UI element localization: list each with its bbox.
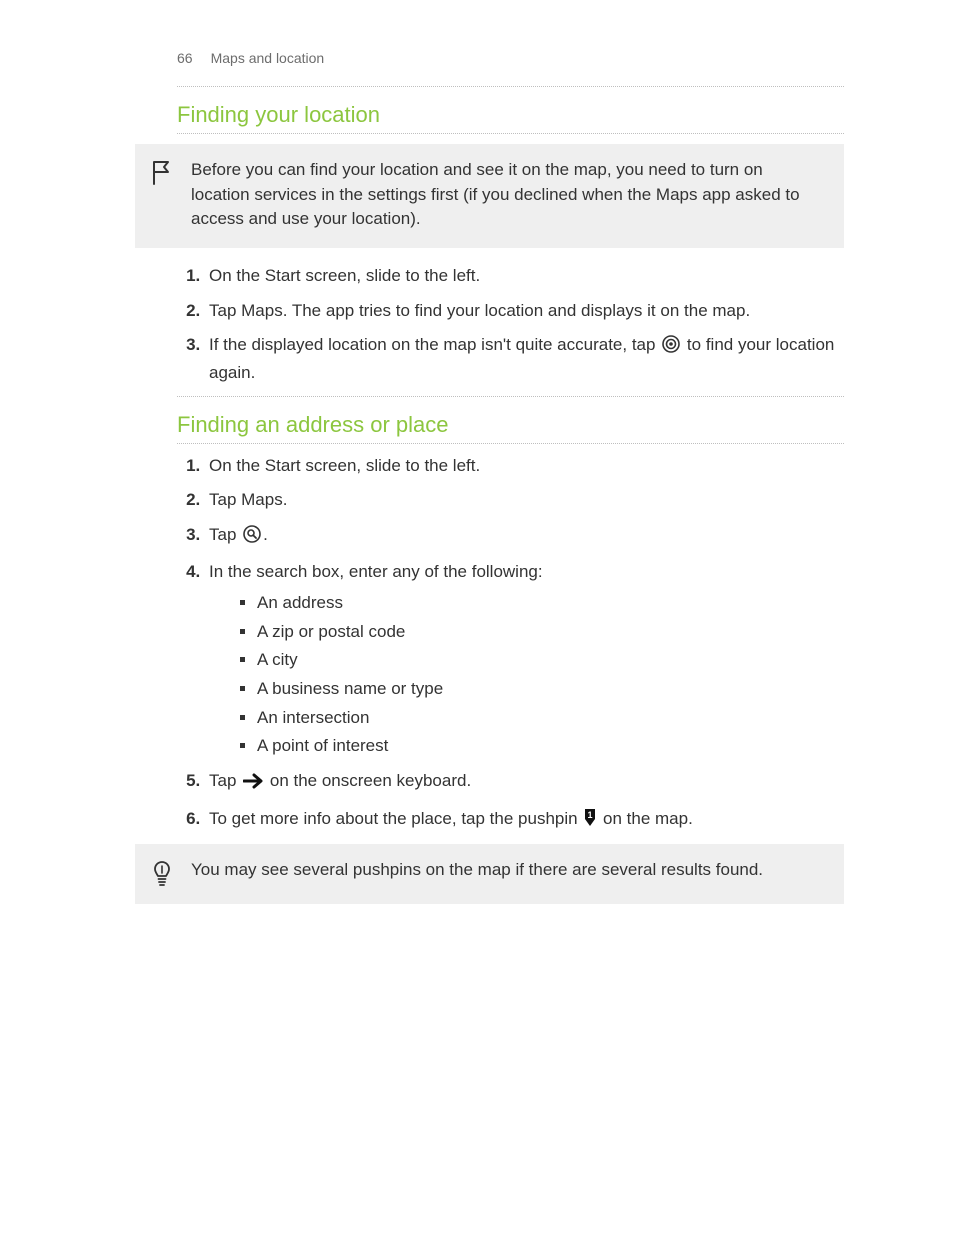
divider bbox=[177, 133, 844, 134]
flag-note: Before you can find your location and se… bbox=[135, 144, 844, 248]
document-page: 66 Maps and location Finding your locati… bbox=[0, 0, 954, 1235]
divider bbox=[177, 443, 844, 444]
section-title: Finding an address or place bbox=[177, 397, 844, 441]
lightbulb-icon bbox=[151, 860, 175, 888]
chapter-title: Maps and location bbox=[211, 48, 325, 68]
step-item: Tap Maps. bbox=[205, 488, 844, 513]
locate-target-icon bbox=[662, 335, 680, 361]
step-item: If the displayed location on the map isn… bbox=[205, 333, 844, 385]
step-text: Tap bbox=[209, 771, 241, 790]
list-item: A business name or type bbox=[257, 677, 844, 702]
note-text: Before you can find your location and se… bbox=[191, 158, 826, 232]
section-finding-address: Finding an address or place bbox=[177, 396, 844, 444]
svg-text:1: 1 bbox=[588, 810, 593, 820]
section-title: Finding your location bbox=[177, 87, 844, 131]
step-item: Tap on the onscreen keyboard. bbox=[205, 769, 844, 797]
page-header: 66 Maps and location bbox=[177, 48, 844, 68]
list-item: A zip or postal code bbox=[257, 620, 844, 645]
page-number: 66 bbox=[177, 48, 193, 68]
step-item: In the search box, enter any of the foll… bbox=[205, 560, 844, 758]
search-options-list: An address A zip or postal code A city A… bbox=[209, 591, 844, 759]
steps-list-2: On the Start screen, slide to the left. … bbox=[135, 454, 844, 835]
list-item: A point of interest bbox=[257, 734, 844, 759]
step-text: To get more info about the place, tap th… bbox=[209, 809, 582, 828]
pushpin-icon: 1 bbox=[584, 809, 596, 835]
step-text: . bbox=[263, 525, 268, 544]
step-text: If the displayed location on the map isn… bbox=[209, 335, 660, 354]
tip-text: You may see several pushpins on the map … bbox=[191, 858, 826, 883]
steps-list-1: On the Start screen, slide to the left. … bbox=[135, 264, 844, 386]
step-text: In the search box, enter any of the foll… bbox=[209, 562, 543, 581]
step-item: On the Start screen, slide to the left. bbox=[205, 264, 844, 289]
search-circle-icon bbox=[243, 525, 261, 551]
step-text: on the map. bbox=[598, 809, 693, 828]
step-item: To get more info about the place, tap th… bbox=[205, 807, 844, 835]
list-item: An intersection bbox=[257, 706, 844, 731]
step-item: Tap Maps. The app tries to find your loc… bbox=[205, 299, 844, 324]
step-item: Tap . bbox=[205, 523, 844, 551]
step-text: on the onscreen keyboard. bbox=[265, 771, 471, 790]
arrow-right-icon bbox=[243, 772, 263, 797]
step-item: On the Start screen, slide to the left. bbox=[205, 454, 844, 479]
list-item: An address bbox=[257, 591, 844, 616]
tip-note: You may see several pushpins on the map … bbox=[135, 844, 844, 904]
step-text: Tap bbox=[209, 525, 241, 544]
flag-icon bbox=[151, 160, 175, 186]
section-finding-location: Finding your location bbox=[177, 86, 844, 134]
list-item: A city bbox=[257, 648, 844, 673]
